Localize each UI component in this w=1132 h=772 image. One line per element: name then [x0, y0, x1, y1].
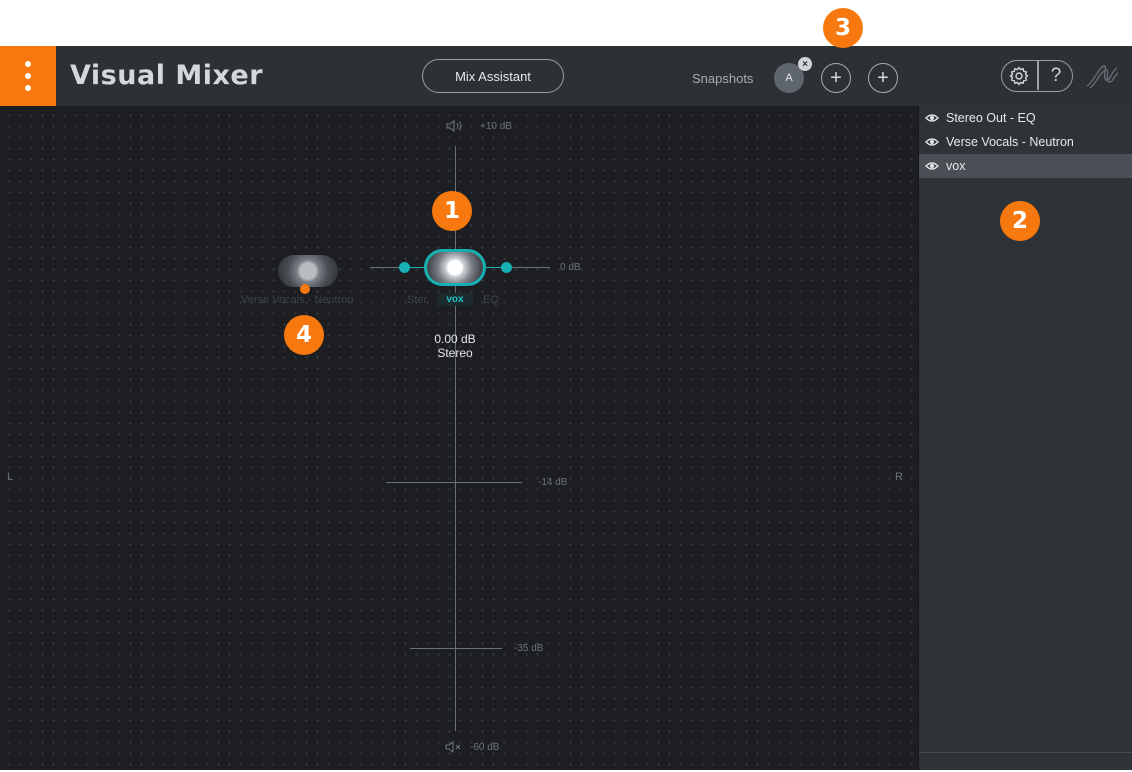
track-label: Stereo Out - EQ: [946, 111, 1036, 125]
callout-1: 1: [432, 191, 472, 231]
scale-label-zero: 0 dB: [560, 262, 581, 273]
track-list-item[interactable]: Stereo Out - EQ: [919, 106, 1132, 130]
scale-label-low: -35 dB: [514, 643, 544, 654]
eq-ghost-label: EQ: [483, 294, 499, 306]
selected-width: Stereo: [437, 346, 473, 360]
settings-help-group: ?: [1001, 60, 1073, 92]
pan-left-label: L: [7, 471, 14, 483]
verse-vocals-node[interactable]: [278, 255, 338, 287]
zero-line-right: [512, 267, 550, 268]
snapshots-label: Snapshots: [692, 71, 754, 86]
main-menu-button[interactable]: [0, 46, 56, 106]
stereo-out-ghost-label: Ster: [407, 294, 428, 306]
snapshot-add-button-1[interactable]: +: [821, 63, 851, 93]
callout-4: 4: [284, 315, 324, 355]
pan-right-label: R: [895, 471, 903, 483]
scale-label-bottom: -60 dB: [470, 742, 500, 753]
snapshot-add-button-2[interactable]: +: [868, 63, 898, 93]
track-label: vox: [946, 159, 966, 173]
mix-assistant-button[interactable]: Mix Assistant: [422, 59, 564, 93]
selected-node-info: 0.00 dB Stereo: [420, 332, 490, 360]
vox-width-handle-right[interactable]: [501, 262, 512, 273]
vox-node[interactable]: [424, 249, 486, 286]
verse-vocals-marker: [300, 284, 310, 294]
eye-icon[interactable]: [925, 137, 939, 147]
snapshot-remove-button[interactable]: ×: [798, 57, 812, 71]
menu-dot-icon: [25, 61, 31, 67]
track-list-item-selected[interactable]: vox: [919, 154, 1132, 178]
track-list-item[interactable]: Verse Vocals - Neutron: [919, 130, 1132, 154]
scale-line-mid: [386, 482, 522, 483]
menu-dot-icon: [25, 73, 31, 79]
visual-mixer-window: Visual Mixer Mix Assistant Snapshots A ×…: [0, 46, 1132, 770]
menu-dot-icon: [25, 85, 31, 91]
scale-label-top: +10 dB: [480, 121, 512, 132]
panel-footer-divider: [919, 752, 1132, 753]
vox-width-handle-left[interactable]: [399, 262, 410, 273]
help-button[interactable]: ?: [1039, 61, 1073, 90]
scale-line-low: [410, 648, 502, 649]
width-line-right: [484, 267, 502, 268]
verse-vocals-node-label: Verse Vocals - Neutron: [241, 294, 354, 306]
eye-icon[interactable]: [925, 161, 939, 171]
gear-icon: [1009, 65, 1029, 86]
vox-node-label: vox: [437, 293, 473, 306]
zero-line-left: [370, 267, 400, 268]
callout-2: 2: [1000, 201, 1040, 241]
eye-icon[interactable]: [925, 113, 939, 123]
speaker-mute-icon: [445, 740, 461, 754]
selected-gain: 0.00 dB: [434, 332, 476, 346]
scale-label-mid: -14 dB: [538, 477, 568, 488]
gain-axis: [455, 146, 456, 731]
app-title: Visual Mixer: [70, 60, 264, 91]
settings-button[interactable]: [1002, 61, 1036, 90]
izotope-logo-icon: [1086, 65, 1119, 89]
track-label: Verse Vocals - Neutron: [946, 135, 1074, 149]
speaker-loud-icon: [446, 119, 462, 133]
callout-3: 3: [823, 8, 863, 48]
header-bar: Visual Mixer Mix Assistant Snapshots A ×…: [0, 46, 1132, 106]
